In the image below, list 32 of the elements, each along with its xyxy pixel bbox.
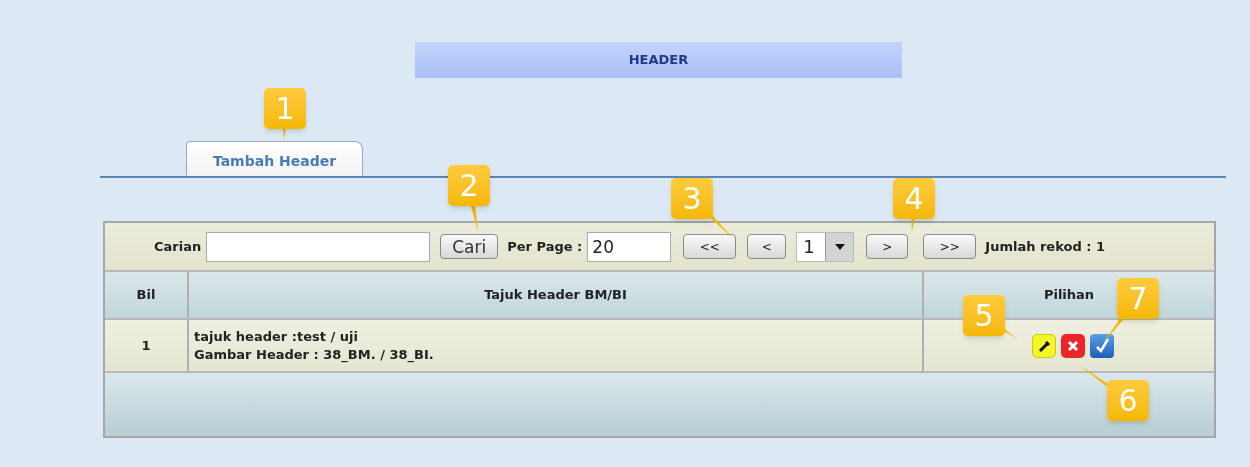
first-page-button[interactable]: << — [683, 234, 737, 259]
table-cell-text: Gambar Header : 38_BM. / 38_BI. — [194, 345, 435, 364]
table-cell: 1 — [105, 320, 189, 371]
column-header: Bil — [136, 286, 156, 305]
callout-badge: 2 — [448, 165, 490, 206]
search-label: Carian — [154, 237, 202, 256]
dropdown-caret-icon — [825, 232, 854, 261]
close-icon — [1067, 339, 1079, 352]
per-page-label: Per Page : — [507, 237, 583, 256]
search-field[interactable] — [206, 231, 431, 262]
record-count: Jumlah rekod : 1 — [985, 237, 1106, 256]
tab[interactable]: Tambah Header — [186, 141, 363, 176]
previous-page-button[interactable]: < — [747, 234, 787, 259]
table-cell-text: tajuk header :test / uji — [194, 327, 359, 346]
last-page-button[interactable]: >> — [923, 234, 977, 259]
checkmark-icon — [1094, 337, 1110, 354]
callout-badge: 1 — [264, 88, 306, 129]
callout-badge: 6 — [1107, 380, 1149, 421]
column-header: Tajuk Header BM/BI — [484, 286, 627, 305]
checkmark-button[interactable] — [1090, 333, 1114, 358]
delete-button[interactable] — [1061, 333, 1085, 358]
page-title: HEADER — [415, 42, 902, 78]
edit-wrench-button[interactable] — [1032, 333, 1056, 358]
callout-badge: 3 — [671, 178, 713, 219]
callout-badge: 4 — [893, 178, 935, 219]
callout-badge: 7 — [1117, 278, 1159, 319]
per-page-field[interactable]: 20 — [587, 231, 672, 262]
column-header: Pilihan — [1043, 286, 1095, 305]
search-button[interactable]: Cari — [440, 234, 499, 259]
next-page-button[interactable]: > — [866, 234, 909, 259]
page-select[interactable]: 1 — [796, 231, 855, 262]
callout-badge: 5 — [963, 295, 1005, 336]
